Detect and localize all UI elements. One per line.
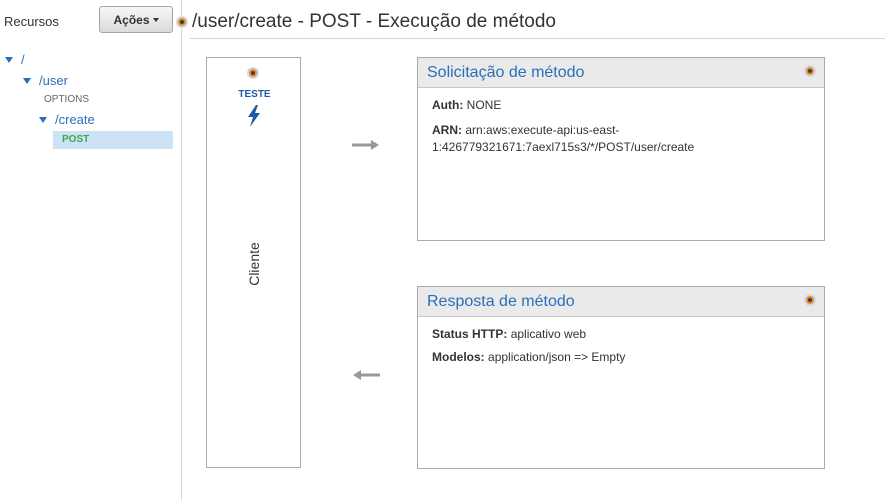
title-divider [190, 38, 885, 39]
arrow-left-icon [353, 370, 380, 380]
tree-node-create[interactable]: /create [39, 112, 95, 127]
help-dot-icon[interactable] [804, 65, 816, 77]
help-dot-icon[interactable] [247, 67, 259, 79]
method-request-title[interactable]: Solicitação de método [427, 64, 584, 81]
auth-value: NONE [466, 98, 502, 112]
tree-node-create-label: /create [55, 112, 95, 127]
models-row: Modelos: application/json => Empty [432, 349, 810, 366]
arn-row: ARN: arn:aws:execute-api:us-east- 1:4267… [432, 122, 810, 156]
method-response-panel: Resposta de método Status HTTP: aplicati… [417, 286, 825, 469]
expand-triangle-icon[interactable] [23, 77, 31, 84]
tree-node-root[interactable]: / [5, 52, 25, 67]
arn-value-line2: 1:426779321671:7aexl715s3/*/POST/user/cr… [432, 140, 695, 154]
tree-method-options[interactable]: OPTIONS [44, 94, 89, 105]
help-dot-icon[interactable] [804, 294, 816, 306]
lightning-bolt-icon[interactable] [246, 105, 262, 127]
test-link[interactable]: TESTE [207, 89, 302, 100]
models-label: Modelos: [432, 350, 485, 364]
method-response-header[interactable]: Resposta de método [418, 287, 824, 317]
auth-row: Auth: NONE [432, 97, 810, 114]
page-title: /user/create - POST - Execução de método [192, 11, 556, 32]
models-value: application/json => Empty [488, 350, 626, 364]
client-box: TESTE Cliente [206, 57, 301, 468]
tree-node-user-label: /user [39, 73, 68, 88]
method-request-header[interactable]: Solicitação de método [418, 58, 824, 88]
tree-node-user[interactable]: /user [23, 73, 68, 88]
sidebar-title: Recursos [4, 14, 59, 29]
auth-label: Auth: [432, 98, 464, 112]
method-request-body: Auth: NONE ARN: arn:aws:execute-api:us-e… [418, 88, 824, 173]
method-request-panel: Solicitação de método Auth: NONE ARN: ar… [417, 57, 825, 241]
tree-node-root-label: / [21, 52, 25, 67]
method-response-body: Status HTTP: aplicativo web Modelos: app… [418, 317, 824, 383]
expand-triangle-icon[interactable] [39, 116, 47, 123]
arn-label: ARN: [432, 123, 462, 137]
expand-triangle-icon[interactable] [5, 56, 13, 63]
caret-down-icon [152, 17, 159, 22]
help-dot-icon[interactable] [176, 16, 188, 28]
method-response-title[interactable]: Resposta de método [427, 293, 575, 310]
status-row: Status HTTP: aplicativo web [432, 326, 810, 343]
arn-value-line1: arn:aws:execute-api:us-east- [465, 123, 620, 137]
client-label: Cliente [246, 242, 262, 286]
actions-button-label: Ações [113, 12, 150, 27]
actions-button[interactable]: Ações [99, 6, 173, 33]
tree-method-post[interactable]: POST [53, 131, 173, 149]
arrow-right-icon [352, 140, 379, 150]
status-label: Status HTTP: [432, 327, 508, 341]
resources-sidebar: Recursos Ações / /user OPTIONS /create P… [0, 0, 182, 500]
status-value: aplicativo web [510, 327, 587, 341]
